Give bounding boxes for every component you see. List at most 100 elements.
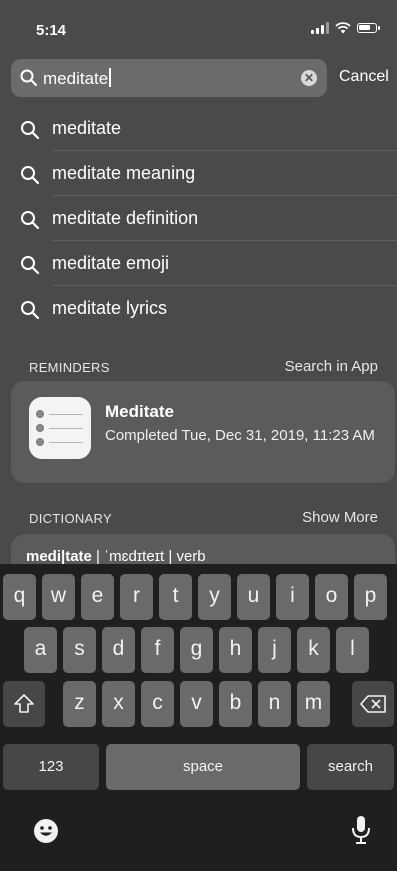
delete-icon <box>360 695 386 713</box>
dictionary-separator: | <box>91 548 105 565</box>
key-l[interactable]: l <box>336 627 369 673</box>
key-y[interactable]: y <box>198 574 231 620</box>
key-label: q <box>13 584 26 607</box>
status-icons <box>311 22 380 34</box>
keyboard: q w e r t y u i o p a s d f g h j k l z … <box>0 564 397 871</box>
reminders-app-icon <box>29 397 91 459</box>
search-icon <box>21 211 39 229</box>
key-label: c <box>152 691 163 714</box>
search-in-app-link[interactable]: Search in App <box>285 358 378 375</box>
reminder-result-card[interactable]: Meditate Completed Tue, Dec 31, 2019, 11… <box>11 381 395 483</box>
key-p[interactable]: p <box>354 574 387 620</box>
dictionary-separator: | <box>164 548 177 565</box>
suggestion-row[interactable]: meditate emoji <box>0 241 397 286</box>
search-field[interactable]: meditate ✕ <box>11 59 327 97</box>
key-label: search <box>327 758 374 775</box>
suggestion-text: meditate lyrics <box>52 298 168 318</box>
key-s[interactable]: s <box>63 627 96 673</box>
suggestion-text: meditate emoji <box>52 253 170 273</box>
key-label: z <box>74 691 85 714</box>
numbers-key[interactable]: 123 <box>3 744 99 790</box>
key-label: r <box>133 584 140 607</box>
key-x[interactable]: x <box>102 681 135 727</box>
key-label: v <box>191 691 202 714</box>
key-label: a <box>34 637 47 660</box>
key-label: t <box>172 584 179 607</box>
key-label: m <box>304 691 323 714</box>
key-label: x <box>113 691 124 714</box>
key-z[interactable]: z <box>63 681 96 727</box>
space-key[interactable]: space <box>106 744 300 790</box>
key-label: e <box>91 584 104 607</box>
suggestion-row[interactable]: meditate meaning <box>0 151 397 196</box>
dictionary-part-of-speech: verb <box>176 548 206 565</box>
suggestion-text: meditate meaning <box>52 163 196 183</box>
dictionary-entry: medi|tate | ˈmɛdɪteɪt | verb <box>26 548 206 565</box>
key-o[interactable]: o <box>315 574 348 620</box>
dictionary-word: medi|tate <box>26 548 92 565</box>
key-label: b <box>229 691 242 714</box>
key-q[interactable]: q <box>3 574 36 620</box>
search-query-text: meditate <box>43 69 109 88</box>
text-cursor <box>109 68 112 87</box>
search-icon <box>21 121 39 139</box>
suggestion-row[interactable]: meditate lyrics <box>0 286 397 331</box>
key-label: y <box>209 584 220 607</box>
key-f[interactable]: f <box>141 627 174 673</box>
key-d[interactable]: d <box>102 627 135 673</box>
shift-key[interactable] <box>3 681 45 727</box>
suggestion-row[interactable]: meditate <box>0 106 397 151</box>
search-icon <box>20 69 37 86</box>
key-label: o <box>325 584 338 607</box>
key-v[interactable]: v <box>180 681 213 727</box>
key-e[interactable]: e <box>81 574 114 620</box>
suggestion-text: meditate <box>52 118 122 138</box>
key-i[interactable]: i <box>276 574 309 620</box>
emoji-icon[interactable] <box>33 818 59 844</box>
key-h[interactable]: h <box>219 627 252 673</box>
key-t[interactable]: t <box>159 574 192 620</box>
key-label: j <box>272 637 277 660</box>
key-label: h <box>229 637 242 660</box>
section-header-dictionary: DICTIONARY <box>29 511 112 526</box>
key-c[interactable]: c <box>141 681 174 727</box>
suggestion-text: meditate definition <box>52 208 199 228</box>
key-label: l <box>350 637 355 660</box>
key-label: 123 <box>38 758 64 775</box>
section-header-reminders: REMINDERS <box>29 360 110 375</box>
search-key[interactable]: search <box>307 744 394 790</box>
cancel-button[interactable]: Cancel <box>339 68 389 86</box>
key-j[interactable]: j <box>258 627 291 673</box>
key-label: g <box>190 637 203 660</box>
key-label: u <box>247 584 260 607</box>
key-g[interactable]: g <box>180 627 213 673</box>
show-more-link[interactable]: Show More <box>302 509 378 526</box>
key-label: f <box>154 637 161 660</box>
search-icon <box>21 256 39 274</box>
key-u[interactable]: u <box>237 574 270 620</box>
suggestion-row[interactable]: meditate definition <box>0 196 397 241</box>
dictionary-pronunciation: ˈmɛdɪteɪt <box>104 548 165 565</box>
key-label: p <box>364 584 377 607</box>
status-time: 5:14 <box>36 22 67 39</box>
key-label: s <box>74 637 85 660</box>
delete-key[interactable] <box>352 681 394 727</box>
key-w[interactable]: w <box>42 574 75 620</box>
key-n[interactable]: n <box>258 681 291 727</box>
battery-icon <box>357 23 380 33</box>
key-label: d <box>112 637 125 660</box>
reminder-title: Meditate <box>105 402 174 421</box>
key-r[interactable]: r <box>120 574 153 620</box>
status-bar: 5:14 <box>0 0 397 56</box>
key-b[interactable]: b <box>219 681 252 727</box>
microphone-icon[interactable] <box>351 815 371 845</box>
clear-search-icon[interactable]: ✕ <box>301 70 317 86</box>
key-label: w <box>50 584 67 607</box>
key-a[interactable]: a <box>24 627 57 673</box>
key-k[interactable]: k <box>297 627 330 673</box>
search-icon <box>21 166 39 184</box>
key-m[interactable]: m <box>297 681 330 727</box>
cellular-signal-icon <box>311 22 329 34</box>
search-input[interactable]: meditate <box>43 68 112 89</box>
key-label: i <box>290 584 295 607</box>
